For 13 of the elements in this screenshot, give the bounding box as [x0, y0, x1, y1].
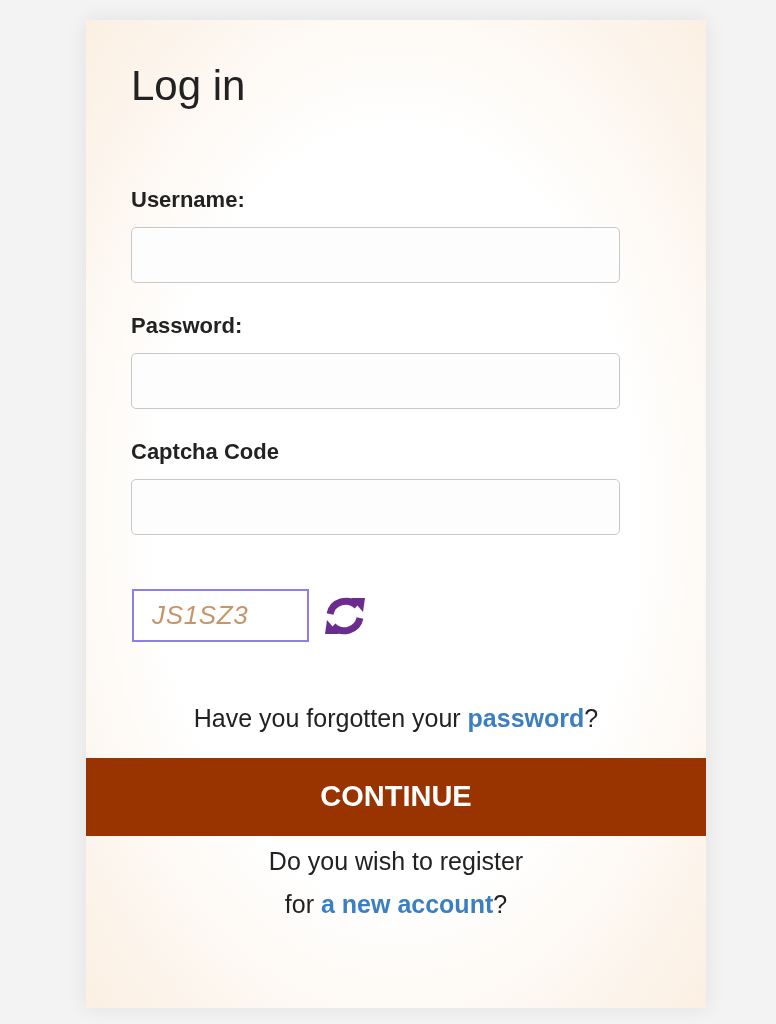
input-field[interactable]: [131, 227, 620, 283]
continue-button[interactable]: CONTINUE: [86, 757, 706, 836]
field-label: Captcha Code: [131, 438, 279, 466]
input-field[interactable]: [131, 353, 620, 409]
forgot-password-text: Have you forgotten your password?: [192, 703, 600, 734]
field-label: Username:: [131, 186, 245, 214]
page-title: Log in: [131, 65, 246, 107]
register-text: Do you wish to register for a new account?: [267, 845, 525, 920]
field-label: Password:: [131, 312, 243, 340]
new-account-link[interactable]: a new account: [320, 889, 494, 918]
captcha-code: JS1SZ3: [152, 599, 249, 632]
password-link[interactable]: password: [467, 704, 585, 732]
input-field[interactable]: [131, 479, 620, 535]
